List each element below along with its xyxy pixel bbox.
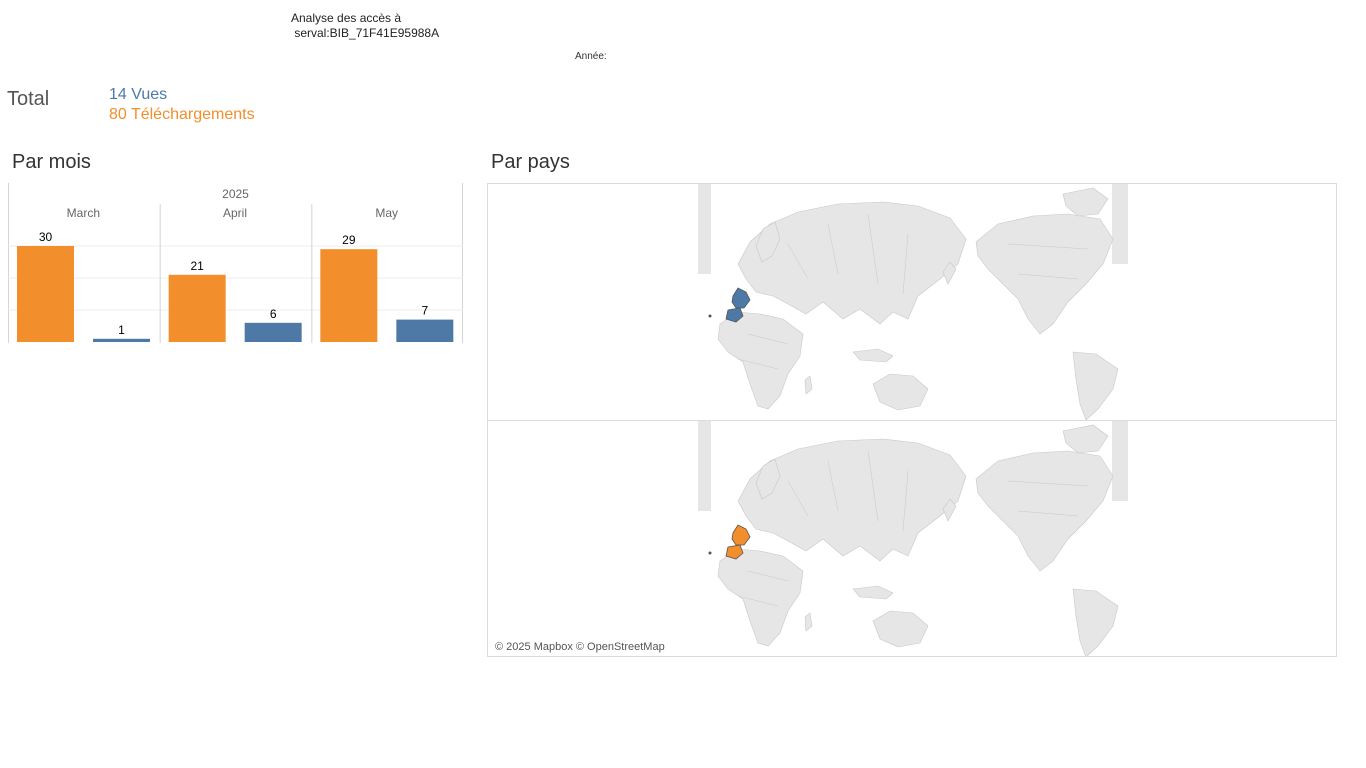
page-title-line2: serval:BIB_71F41E95988A [291, 26, 440, 40]
total-label: Total [7, 88, 50, 110]
page-title-line1: Analyse des accès à [291, 11, 402, 25]
monthly-bar-chart-svg: 2025 March 30 1 April 21 6 May 29 7 [8, 183, 463, 343]
country-map-panel[interactable] [487, 183, 1337, 657]
bar-downloads[interactable] [17, 246, 74, 342]
section-title-by-month: Par mois [12, 151, 91, 173]
bar-views[interactable] [396, 319, 454, 342]
downloads-map-svg [698, 421, 1128, 656]
views-map-svg [698, 184, 1128, 420]
bar-value-label: 30 [39, 230, 53, 244]
bar-value-label: 1 [118, 323, 125, 337]
downloads-island-marker [708, 551, 712, 555]
month-label: April [223, 206, 247, 220]
bar-value-label: 6 [270, 307, 277, 321]
bar-value-label: 7 [421, 304, 428, 318]
views-tile-edge [1112, 184, 1128, 264]
views-map[interactable] [488, 184, 1336, 421]
year-filter-label[interactable]: Année: [575, 51, 607, 62]
map-attribution[interactable]: © 2025 Mapbox © OpenStreetMap [495, 641, 665, 653]
bar-downloads[interactable] [168, 274, 226, 342]
section-title-by-country: Par pays [491, 151, 570, 173]
month-label: March [67, 206, 100, 220]
page-title: Analyse des accès à serval:BIB_71F41E959… [291, 11, 439, 41]
bar-value-label: 29 [342, 233, 356, 247]
downloads-tile-edge [698, 421, 711, 511]
views-island-marker [708, 314, 712, 318]
bar-value-label: 21 [190, 259, 204, 273]
chart-year-header: 2025 [222, 187, 249, 201]
month-label: May [375, 206, 398, 220]
downloads-map[interactable] [488, 421, 1336, 656]
monthly-bar-chart[interactable]: 2025 March 30 1 April 21 6 May 29 7 [8, 183, 463, 343]
bar-views[interactable] [93, 338, 150, 342]
bar-views[interactable] [244, 322, 302, 342]
bar-downloads[interactable] [320, 249, 378, 342]
downloads-tile-edge [1112, 421, 1128, 501]
total-views: 14 Vues [109, 86, 168, 103]
total-downloads: 80 Téléchargements [109, 106, 255, 123]
views-tile-edge [698, 184, 711, 274]
